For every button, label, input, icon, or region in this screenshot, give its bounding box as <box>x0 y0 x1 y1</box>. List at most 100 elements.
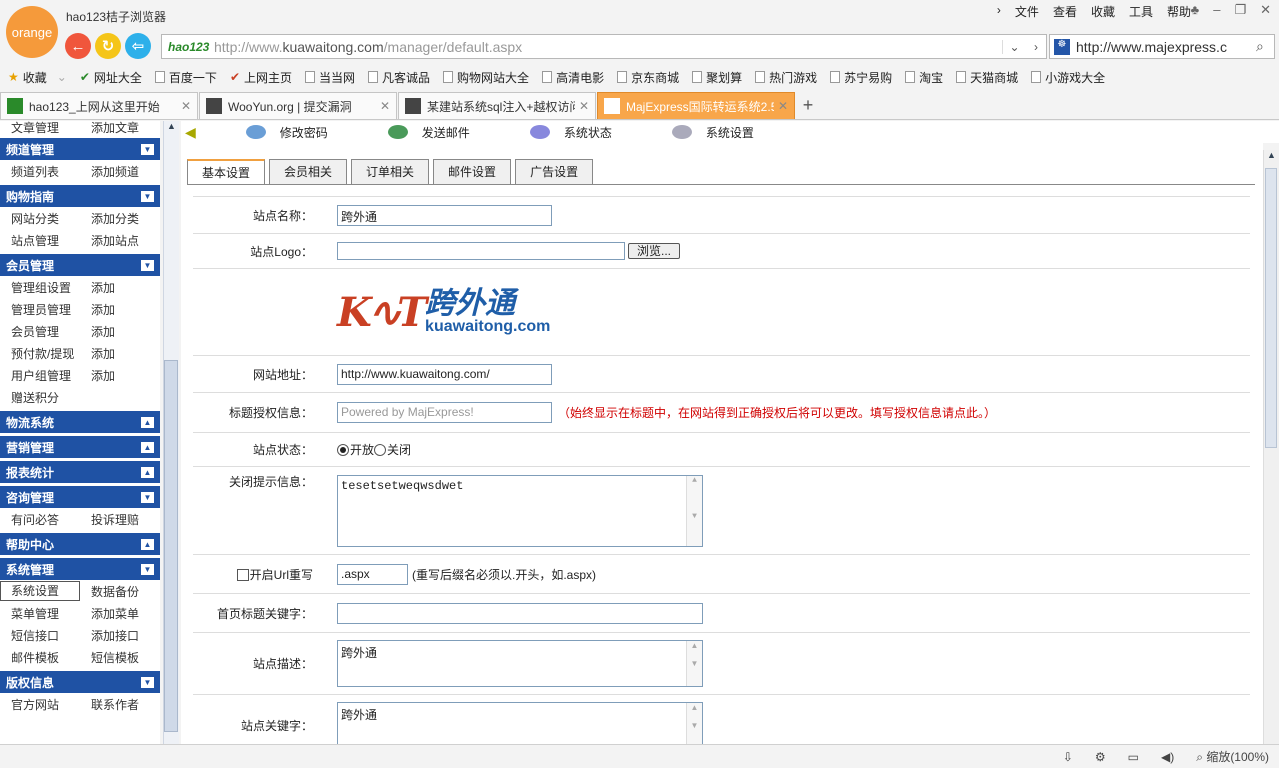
tab-basic-settings[interactable]: 基本设置 <box>187 159 266 184</box>
search-box[interactable]: ☸ http://www.majexpress.c ⌕ <box>1049 34 1275 59</box>
home-keywords-input[interactable] <box>337 602 703 624</box>
sidebar-group-header[interactable]: 咨询管理 ▼ <box>0 486 160 508</box>
menu-help[interactable]: 帮助 <box>1167 3 1191 20</box>
sidebar-group-header[interactable]: 营销管理 ▲ <box>0 436 160 458</box>
sidebar-link[interactable]: 管理组设置 <box>0 279 80 296</box>
search-icon[interactable]: ⌕ <box>1256 38 1274 55</box>
menu-chevron-icon[interactable]: › <box>997 3 1001 20</box>
back-arrow-icon[interactable]: ◀ <box>185 124 196 141</box>
sidebar-link[interactable]: 添加菜单 <box>80 605 139 622</box>
textarea-scrollbar[interactable]: ▲ ▼ <box>686 641 702 686</box>
sidebar-link[interactable]: 有问必答 <box>0 511 80 528</box>
sidebar-link[interactable]: 短信模板 <box>80 649 139 666</box>
bookmark-item[interactable]: 天猫商城 <box>956 69 1018 86</box>
site-url-input[interactable]: http://www.kuawaitong.com/ <box>337 363 552 385</box>
menu-tools[interactable]: 工具 <box>1129 3 1153 20</box>
download-icon[interactable]: ⇩ <box>1063 750 1073 764</box>
refresh-button[interactable]: ↻ <box>95 33 121 59</box>
auth-info-input[interactable]: Powered by MajExpress! <box>337 402 552 423</box>
tab-majexpress[interactable]: MajExpress国际转运系统2.5 ✕ <box>597 92 795 119</box>
restore-icon[interactable]: ❐ <box>1234 2 1246 18</box>
expand-icon[interactable]: ▲ <box>141 441 154 453</box>
tab-member[interactable]: 会员相关 <box>269 159 348 184</box>
collapse-icon[interactable]: ▼ <box>141 259 154 271</box>
sidebar-link[interactable]: 添加 <box>80 323 115 340</box>
tab-wooyun-bug[interactable]: 某建站系统sql注入+越权访问 ✕ <box>398 92 596 119</box>
sidebar-link[interactable]: 系统设置 <box>0 581 80 601</box>
collapse-icon[interactable]: ▼ <box>141 491 154 503</box>
textarea-scrollbar[interactable]: ▲ ▼ <box>686 702 702 744</box>
bookmark-item[interactable]: 高清电影 <box>542 69 604 86</box>
sidebar-link[interactable]: 投诉理赔 <box>80 511 139 528</box>
status-close-radio[interactable] <box>374 443 387 456</box>
browse-button[interactable]: 浏览... <box>628 243 681 259</box>
auth-note[interactable]: （始终显示在标题中，在网站得到正确授权后将可以更改。填写授权信息请点此。） <box>558 404 996 421</box>
textarea-scrollbar[interactable]: ▲ ▼ <box>686 476 702 546</box>
expand-icon[interactable]: ▲ <box>141 466 154 478</box>
sidebar-link[interactable]: 添加 <box>80 367 115 384</box>
logo-file-input[interactable] <box>337 242 625 260</box>
menu-view[interactable]: 查看 <box>1053 3 1077 20</box>
sidebar-group-header[interactable]: 频道管理 ▼ <box>0 138 160 160</box>
home-button[interactable]: ⇦ <box>125 33 151 59</box>
sidebar-link[interactable]: 添加接口 <box>80 627 139 644</box>
collapse-icon[interactable]: ▼ <box>141 676 154 688</box>
sidebar-link[interactable]: 官方网站 <box>0 696 80 713</box>
collapse-icon[interactable]: ▼ <box>141 143 154 155</box>
bookmark-item[interactable]: 凡客诚品 <box>368 69 430 86</box>
collapse-icon[interactable]: ▼ <box>141 190 154 202</box>
sidebar-link[interactable]: 添加文章 <box>80 121 139 136</box>
close-icon[interactable]: ✕ <box>1260 2 1271 18</box>
tab-close-icon[interactable]: ✕ <box>778 99 788 113</box>
tab-wooyun[interactable]: WooYun.org | 提交漏洞 ✕ <box>199 92 397 119</box>
address-dropdown-icon[interactable]: ⌄ <box>1002 39 1026 54</box>
expand-icon[interactable]: ▲ <box>141 538 154 550</box>
sidebar-link[interactable]: 会员管理 <box>0 323 80 340</box>
sidebar-scroll-thumb[interactable] <box>164 360 178 732</box>
sidebar-group-header[interactable]: 报表统计 ▲ <box>0 461 160 483</box>
keywords-textarea[interactable]: 跨外通 ▲ ▼ <box>337 701 703 744</box>
tab-hao123[interactable]: hao123_上网从这里开始 ✕ <box>0 92 198 119</box>
tab-close-icon[interactable]: ✕ <box>380 99 390 113</box>
sidebar-link[interactable]: 添加频道 <box>80 163 139 180</box>
bookmark-item[interactable]: 百度一下 <box>154 69 217 86</box>
sidebar-link[interactable]: 联系作者 <box>80 696 139 713</box>
tab-ads[interactable]: 广告设置 <box>515 159 594 184</box>
search-input[interactable]: http://www.majexpress.c <box>1076 39 1250 55</box>
site-name-input[interactable]: 跨外通 <box>337 204 552 226</box>
sidebar-group-header[interactable]: 版权信息 ▼ <box>0 671 160 693</box>
sidebar-link[interactable]: 管理员管理 <box>0 301 80 318</box>
bookmark-item[interactable]: 京东商城 <box>617 69 679 86</box>
sidebar-link[interactable]: 预付款/提现 <box>0 345 80 362</box>
url-rewrite-checkbox[interactable] <box>236 569 249 582</box>
zoom-control[interactable]: ⌕ 缩放(100%) <box>1196 748 1269 765</box>
tab-mail[interactable]: 邮件设置 <box>433 159 512 184</box>
close-message-textarea[interactable]: tesetsetweqwsdwet ▲ ▼ <box>337 475 703 547</box>
sidebar-link[interactable]: 添加站点 <box>80 232 139 249</box>
sidebar-link[interactable]: 添加 <box>80 279 115 296</box>
description-textarea[interactable]: 跨外通 ▲ ▼ <box>337 640 703 687</box>
bookmark-item[interactable]: 购物网站大全 <box>443 69 529 86</box>
skin-icon[interactable]: ♣ <box>1191 2 1200 18</box>
bookmark-item[interactable]: 小游戏大全 <box>1031 69 1105 86</box>
sidebar-link[interactable]: 添加 <box>80 345 115 362</box>
bookmark-item[interactable]: 热门游戏 <box>755 69 817 86</box>
rewrite-ext-input[interactable]: .aspx <box>337 563 408 585</box>
send-mail-button[interactable]: 发送邮件 <box>387 124 470 141</box>
status-open-radio[interactable] <box>337 443 349 456</box>
bookmark-item[interactable]: 淘宝 <box>905 69 943 86</box>
sidebar-link[interactable]: 用户组管理 <box>0 367 80 384</box>
sidebar-link[interactable]: 频道列表 <box>0 163 80 180</box>
sidebar-group-header[interactable]: 物流系统 ▲ <box>0 411 160 433</box>
bookmark-item[interactable]: 聚划算 <box>692 69 742 86</box>
sidebar-link[interactable]: 添加 <box>80 301 115 318</box>
window-icon[interactable]: ▭ <box>1128 750 1139 764</box>
sidebar-link[interactable]: 文章管理 <box>0 121 80 136</box>
bookmark-item[interactable]: 苏宁易购 <box>830 69 892 86</box>
sidebar-link[interactable]: 网站分类 <box>0 210 80 227</box>
expand-icon[interactable]: ▲ <box>141 416 154 428</box>
bookmark-item[interactable]: 当当网 <box>305 69 355 86</box>
sidebar-group-header[interactable]: 购物指南 ▼ <box>0 185 160 207</box>
sidebar-link[interactable]: 邮件模板 <box>0 649 80 666</box>
volume-icon[interactable]: ◀) <box>1161 750 1174 764</box>
